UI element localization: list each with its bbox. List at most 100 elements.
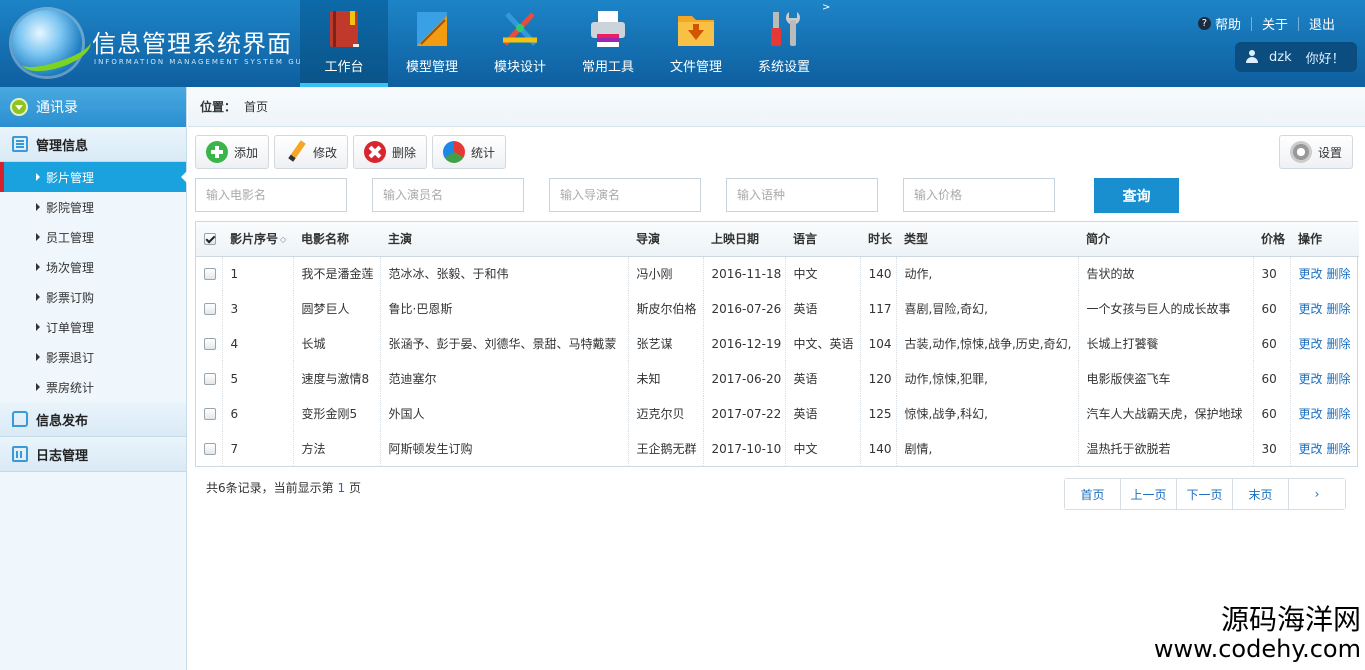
- breadcrumb-current[interactable]: 首页: [244, 98, 268, 115]
- cell-cast: 范冰冰、张毅、于和伟: [380, 256, 629, 291]
- sidebar-group-log[interactable]: 日志管理: [0, 437, 186, 472]
- cell-genre: 动作,: [896, 256, 1079, 291]
- price-input[interactable]: [903, 178, 1055, 212]
- sidebar-item-order-management[interactable]: 订单管理: [0, 312, 186, 342]
- cell-duration: 117: [860, 291, 897, 326]
- cell-duration: 104: [860, 326, 897, 361]
- sidebar: 通讯录 管理信息 影片管理 影院管理 员工管理 场次管理 影票订购 订单管理 影…: [0, 87, 187, 670]
- sidebar-item-box-office[interactable]: 票房统计: [0, 372, 186, 402]
- sort-icon[interactable]: ◇: [280, 235, 286, 244]
- row-delete-link[interactable]: 删除: [1327, 407, 1351, 421]
- arrow-right-icon: [36, 323, 40, 331]
- row-edit-link[interactable]: 更改: [1299, 407, 1323, 421]
- row-checkbox[interactable]: [204, 408, 216, 420]
- director-input[interactable]: [549, 178, 701, 212]
- column-header: 语言: [785, 222, 860, 257]
- sidebar-item-ticket-booking[interactable]: 影票订购: [0, 282, 186, 312]
- record-summary-prefix: 共6条记录，当前显示第: [206, 481, 334, 495]
- search-button[interactable]: 查询: [1094, 178, 1179, 213]
- arrow-right-icon: [36, 263, 40, 271]
- table-row[interactable]: 5 速度与激情8 范迪塞尔 未知 2017-06-20 英语 120 动作,惊悚…: [196, 361, 1359, 396]
- last-page-button[interactable]: 末页: [1233, 479, 1289, 509]
- table-row[interactable]: 3 圆梦巨人 鲁比·巴恩斯 斯皮尔伯格 2016-07-26 英语 117 喜剧…: [196, 291, 1359, 326]
- sidebar-item-cinema-management[interactable]: 影院管理: [0, 192, 186, 222]
- sidebar-items: 影片管理 影院管理 员工管理 场次管理 影票订购 订单管理 影票退订 票房统计: [0, 162, 187, 402]
- stats-button[interactable]: 统计: [432, 135, 507, 169]
- nav-model-management[interactable]: 模型管理: [388, 0, 476, 87]
- table-row[interactable]: 6 变形金刚5 外国人 迈克尔贝 2017-07-22 英语 125 惊悚,战争…: [196, 396, 1359, 431]
- pencil-icon: [285, 141, 307, 163]
- nav-more-arrow[interactable]: >: [822, 2, 830, 13]
- nav-file-management[interactable]: 文件管理: [652, 0, 740, 87]
- cell-cast: 阿斯顿发生订购: [380, 431, 629, 466]
- movie-name-input[interactable]: [195, 178, 347, 212]
- nav-label: 模块设计: [493, 60, 546, 75]
- row-edit-link[interactable]: 更改: [1299, 267, 1323, 281]
- next-page-button[interactable]: 下一页: [1177, 479, 1233, 509]
- row-delete-link[interactable]: 删除: [1327, 267, 1351, 281]
- sidebar-header[interactable]: 通讯录: [0, 87, 186, 127]
- arrow-right-icon: [36, 383, 40, 391]
- row-delete-link[interactable]: 删除: [1327, 372, 1351, 386]
- nav-module-design[interactable]: 模块设计: [476, 0, 564, 87]
- close-icon: [364, 141, 387, 163]
- gear-icon: [1289, 141, 1312, 163]
- sidebar-header-label: 通讯录: [36, 100, 78, 116]
- add-button[interactable]: 添加: [195, 135, 270, 169]
- help-link[interactable]: ? 帮助: [1188, 14, 1251, 33]
- row-edit-link[interactable]: 更改: [1299, 302, 1323, 316]
- logout-link[interactable]: 退出: [1299, 14, 1345, 33]
- sidebar-group-publish[interactable]: 信息发布: [0, 402, 186, 437]
- row-edit-link[interactable]: 更改: [1299, 337, 1323, 351]
- sidebar-item-ticket-refund[interactable]: 影票退订: [0, 342, 186, 372]
- row-checkbox[interactable]: [204, 373, 216, 385]
- help-icon: ?: [1197, 17, 1211, 30]
- edit-button[interactable]: 修改: [274, 135, 349, 169]
- row-delete-link[interactable]: 删除: [1327, 302, 1351, 316]
- greeting: 你好！: [1305, 51, 1345, 67]
- column-header[interactable]: 影片序号 ◇: [222, 222, 293, 257]
- cell-director: 未知: [628, 361, 704, 396]
- prev-page-button[interactable]: 上一页: [1121, 479, 1177, 509]
- row-delete-link[interactable]: 删除: [1327, 337, 1351, 351]
- nav-system-settings[interactable]: 系统设置: [740, 0, 828, 87]
- sidebar-group-management[interactable]: 管理信息: [0, 127, 186, 162]
- row-select-cell: [196, 291, 223, 326]
- actor-input[interactable]: [372, 178, 524, 212]
- language-input[interactable]: [726, 178, 878, 212]
- row-checkbox[interactable]: [204, 268, 216, 281]
- user-info[interactable]: dzk 你好！: [1235, 42, 1357, 72]
- cell-cast: 范迪塞尔: [380, 361, 629, 396]
- ruler-icon: [417, 12, 447, 46]
- row-edit-link[interactable]: 更改: [1299, 442, 1323, 456]
- row-checkbox[interactable]: [204, 443, 216, 455]
- nav-common-tools[interactable]: 常用工具: [564, 0, 652, 87]
- arrow-right-icon: [36, 353, 40, 361]
- nav-workbench[interactable]: 工作台: [300, 0, 388, 87]
- column-header: 主演: [380, 222, 628, 257]
- cell-intro: 告状的故: [1078, 256, 1254, 291]
- wrench-icon: [771, 12, 800, 46]
- chevron-right-icon[interactable]: ›: [1289, 479, 1345, 509]
- row-checkbox[interactable]: [204, 303, 216, 315]
- row-checkbox[interactable]: [204, 338, 216, 350]
- settings-button[interactable]: 设置: [1278, 135, 1353, 169]
- sidebar-item-label: 影票退订: [46, 350, 95, 365]
- about-link[interactable]: 关于: [1252, 14, 1298, 33]
- cell-genre: 剧情,: [896, 431, 1079, 466]
- table-row[interactable]: 7 方法 阿斯顿发生订购 王企鹅无群 2017-10-10 中文 140 剧情,…: [196, 431, 1359, 466]
- row-edit-link[interactable]: 更改: [1299, 372, 1323, 386]
- nav-label: 文件管理: [669, 60, 722, 75]
- row-delete-link[interactable]: 删除: [1327, 442, 1351, 456]
- delete-button[interactable]: 删除: [353, 135, 428, 169]
- row-select-cell: [196, 256, 223, 291]
- sidebar-item-staff-management[interactable]: 员工管理: [0, 222, 186, 252]
- cell-genre: 惊悚,战争,科幻,: [896, 396, 1079, 431]
- sidebar-item-session-management[interactable]: 场次管理: [0, 252, 186, 282]
- sidebar-item-movie-management[interactable]: 影片管理: [0, 162, 187, 192]
- select-all-checkbox[interactable]: [204, 233, 216, 246]
- cell-genre: 古装,动作,惊悚,战争,历史,奇幻,: [896, 326, 1079, 361]
- table-row[interactable]: 4 长城 张涵予、彭于晏、刘德华、景甜、马特戴蒙 张艺谋 2016-12-19 …: [196, 326, 1359, 361]
- first-page-button[interactable]: 首页: [1065, 479, 1121, 509]
- table-row[interactable]: 1 我不是潘金莲 范冰冰、张毅、于和伟 冯小刚 2016-11-18 中文 14…: [196, 256, 1359, 291]
